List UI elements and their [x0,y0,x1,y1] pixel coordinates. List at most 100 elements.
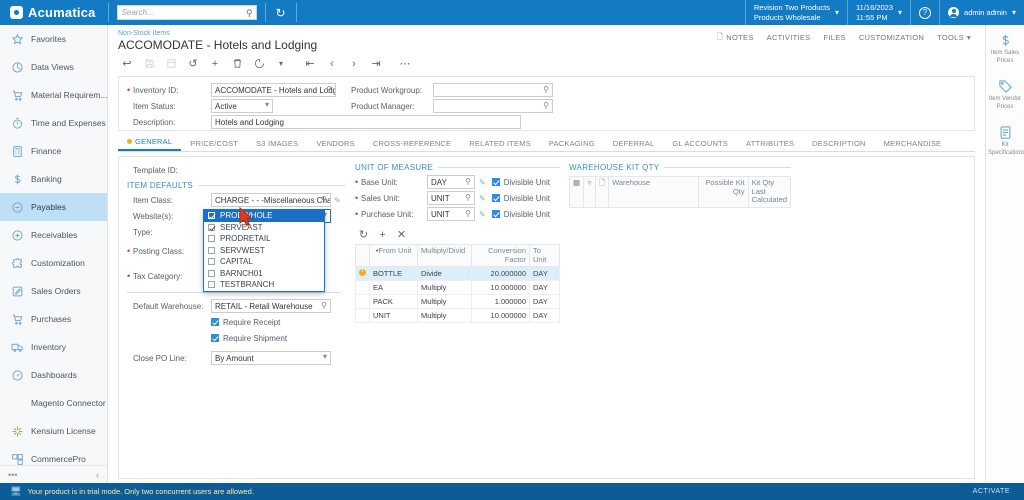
option-checkbox[interactable] [208,269,215,277]
require-shipment-row[interactable]: Require Shipment [127,331,345,345]
edit-icon[interactable]: ✎ [479,210,486,219]
option-checkbox[interactable] [208,258,215,266]
help-button[interactable]: ? [910,0,939,25]
multiply-divide-cell[interactable]: Multiply [417,308,472,324]
actions-button[interactable] [248,55,270,72]
sidebar-more-button[interactable]: ••• [8,470,17,480]
lookup-icon[interactable]: ⚲ [465,177,471,186]
sidebar-collapse-button[interactable]: ‹ [96,470,99,480]
lookup-icon[interactable]: ⚲ [321,195,327,204]
tab-deferral[interactable]: DEFERRAL [604,139,664,151]
from-unit-cell[interactable]: BOTTLE [369,266,418,282]
option-checkbox[interactable] [208,223,215,231]
multiply-divide-cell[interactable]: Multiply [417,280,472,296]
export-column-header[interactable]: ▦ [568,176,585,208]
sidebar-item-time-and-expenses[interactable]: Time and Expenses [0,109,107,137]
files-link[interactable]: FILES [823,33,845,42]
dropdown-option[interactable]: PRODRETAIL [204,233,324,245]
to-unit-cell[interactable]: DAY [529,308,560,324]
tab-attributes[interactable]: ATTRIBUTES [737,139,803,151]
possible-kit-qty-column-header[interactable]: Possible Kit Qty [698,176,749,208]
product-manager-field[interactable]: ⚲ [433,99,553,113]
edit-icon[interactable]: ✎ [334,196,341,205]
dropdown-option[interactable]: SERVWEST [204,245,324,257]
websites-dropdown-menu[interactable]: PRODWHOLE SERVEAST PRODRETAIL SERVWEST C… [203,209,325,292]
activities-link[interactable]: ACTIVITIES [767,33,811,42]
to-unit-cell[interactable]: DAY [529,280,560,296]
lookup-icon[interactable]: ⚲ [326,85,332,94]
require-shipment-checkbox[interactable] [211,334,219,342]
add-row-button[interactable]: + [374,227,391,242]
undo-button[interactable]: ↺ [182,55,204,72]
from-unit-cell[interactable]: EA [369,280,418,296]
purchase-unit-field[interactable]: UNIT ⚲ [427,207,475,221]
to-unit-cell[interactable]: DAY [529,266,560,282]
user-menu[interactable]: admin admin ▾ [939,0,1024,25]
sidebar-item-customization[interactable]: Customization [0,249,107,277]
lookup-icon[interactable]: ⚲ [321,301,327,310]
sidebar-item-sales-orders[interactable]: Sales Orders [0,277,107,305]
add-new-record-button[interactable]: + [204,55,226,72]
rail-item-item-vendor-prices[interactable]: Item Vendor Prices [986,71,1024,117]
tab-merchandise[interactable]: MERCHANDISE [875,139,951,151]
sales-unit-divisible-checkbox[interactable] [491,194,500,202]
to-unit-cell[interactable]: DAY [529,294,560,310]
table-row[interactable]: UNIT Multiply 10.000000 DAY [355,308,560,324]
table-row[interactable]: PACK Multiply 1.000000 DAY [355,294,560,310]
option-checkbox[interactable] [208,281,215,289]
file-column-header[interactable]: 🗋 [595,176,610,208]
back-button[interactable]: ↩ [116,55,138,72]
lookup-icon[interactable]: ⚲ [465,209,471,218]
sidebar-item-data-views[interactable]: Data Views [0,53,107,81]
purchase-unit-divisible-checkbox[interactable] [491,210,500,218]
activate-link[interactable]: ACTIVATE [973,488,1010,495]
tab-price-cost[interactable]: PRICE/COST [181,139,247,151]
sidebar-item-payables[interactable]: Payables [0,193,107,221]
sidebar-item-kensium-license[interactable]: Kensium License [0,417,107,445]
kit-qty-last-calculated-column-header[interactable]: Kit Qty Last Calculated [747,176,792,208]
sidebar-item-material-requirements[interactable]: Material Requirem... [0,81,108,109]
require-receipt-row[interactable]: Require Receipt [127,315,345,329]
save-button[interactable] [138,55,160,72]
last-record-button[interactable]: ⇥ [365,55,387,72]
sidebar-item-receivables[interactable]: Receivables [0,221,107,249]
base-unit-field[interactable]: DAY ⚲ [427,175,475,189]
search-box[interactable]: ⚲ [116,5,257,20]
require-receipt-checkbox[interactable] [211,318,219,326]
table-row[interactable]: BOTTLE Divide 20.000000 DAY [355,266,560,282]
warehouse-column-header[interactable]: Warehouse [608,176,700,208]
conversion-factor-cell[interactable]: 10.000000 [471,308,530,324]
previous-record-button[interactable]: ‹ [321,55,343,72]
tab-related-items[interactable]: RELATED ITEMS [460,139,540,151]
first-record-button[interactable]: ⇤ [299,55,321,72]
sidebar-item-finance[interactable]: Finance [0,137,107,165]
tab-s3-images[interactable]: S3 IMAGES [247,139,307,151]
tab-cross-reference[interactable]: CROSS-REFERENCE [364,139,460,151]
notes-link[interactable]: 🗋 NOTES [717,31,754,44]
delete-row-button[interactable]: ✕ [393,227,410,242]
item-status-select[interactable]: Active ▾ [211,99,273,113]
dropdown-option[interactable]: SERVEAST [204,222,324,234]
search-input[interactable] [117,6,238,19]
tab-description[interactable]: DESCRIPTION [803,139,874,151]
conversion-factor-cell[interactable]: 20.000000 [471,266,530,282]
default-warehouse-field[interactable]: RETAIL - Retail Warehouse ⚲ [211,299,331,313]
sidebar-item-inventory[interactable]: Inventory [0,333,107,361]
multiply-divide-cell[interactable]: Multiply [417,294,472,310]
rail-item-kit-specifications[interactable]: Kit Specifications [986,117,1024,163]
sidebar-item-favorites[interactable]: Favorites [0,25,107,53]
refresh-button[interactable]: ↻ [266,0,296,25]
delete-button[interactable] [226,55,248,72]
sidebar-item-banking[interactable]: Banking [0,165,107,193]
dropdown-option[interactable]: TESTBRANCH [204,279,324,291]
product-workgroup-field[interactable]: ⚲ [433,83,553,97]
rail-item-item-sales-prices[interactable]: Item Sales Prices [986,25,1024,71]
refresh-grid-button[interactable]: ↻ [355,227,372,242]
sidebar-item-dashboards[interactable]: Dashboards [0,361,107,389]
option-checkbox[interactable] [208,246,215,254]
dropdown-option[interactable]: PRODWHOLE [204,210,324,222]
option-checkbox[interactable] [208,212,215,220]
tab-packaging[interactable]: PACKAGING [540,139,604,151]
sidebar-item-purchases[interactable]: Purchases [0,305,107,333]
datetime-selector[interactable]: 11/16/2023 11:55 PM ▾ [847,0,910,25]
